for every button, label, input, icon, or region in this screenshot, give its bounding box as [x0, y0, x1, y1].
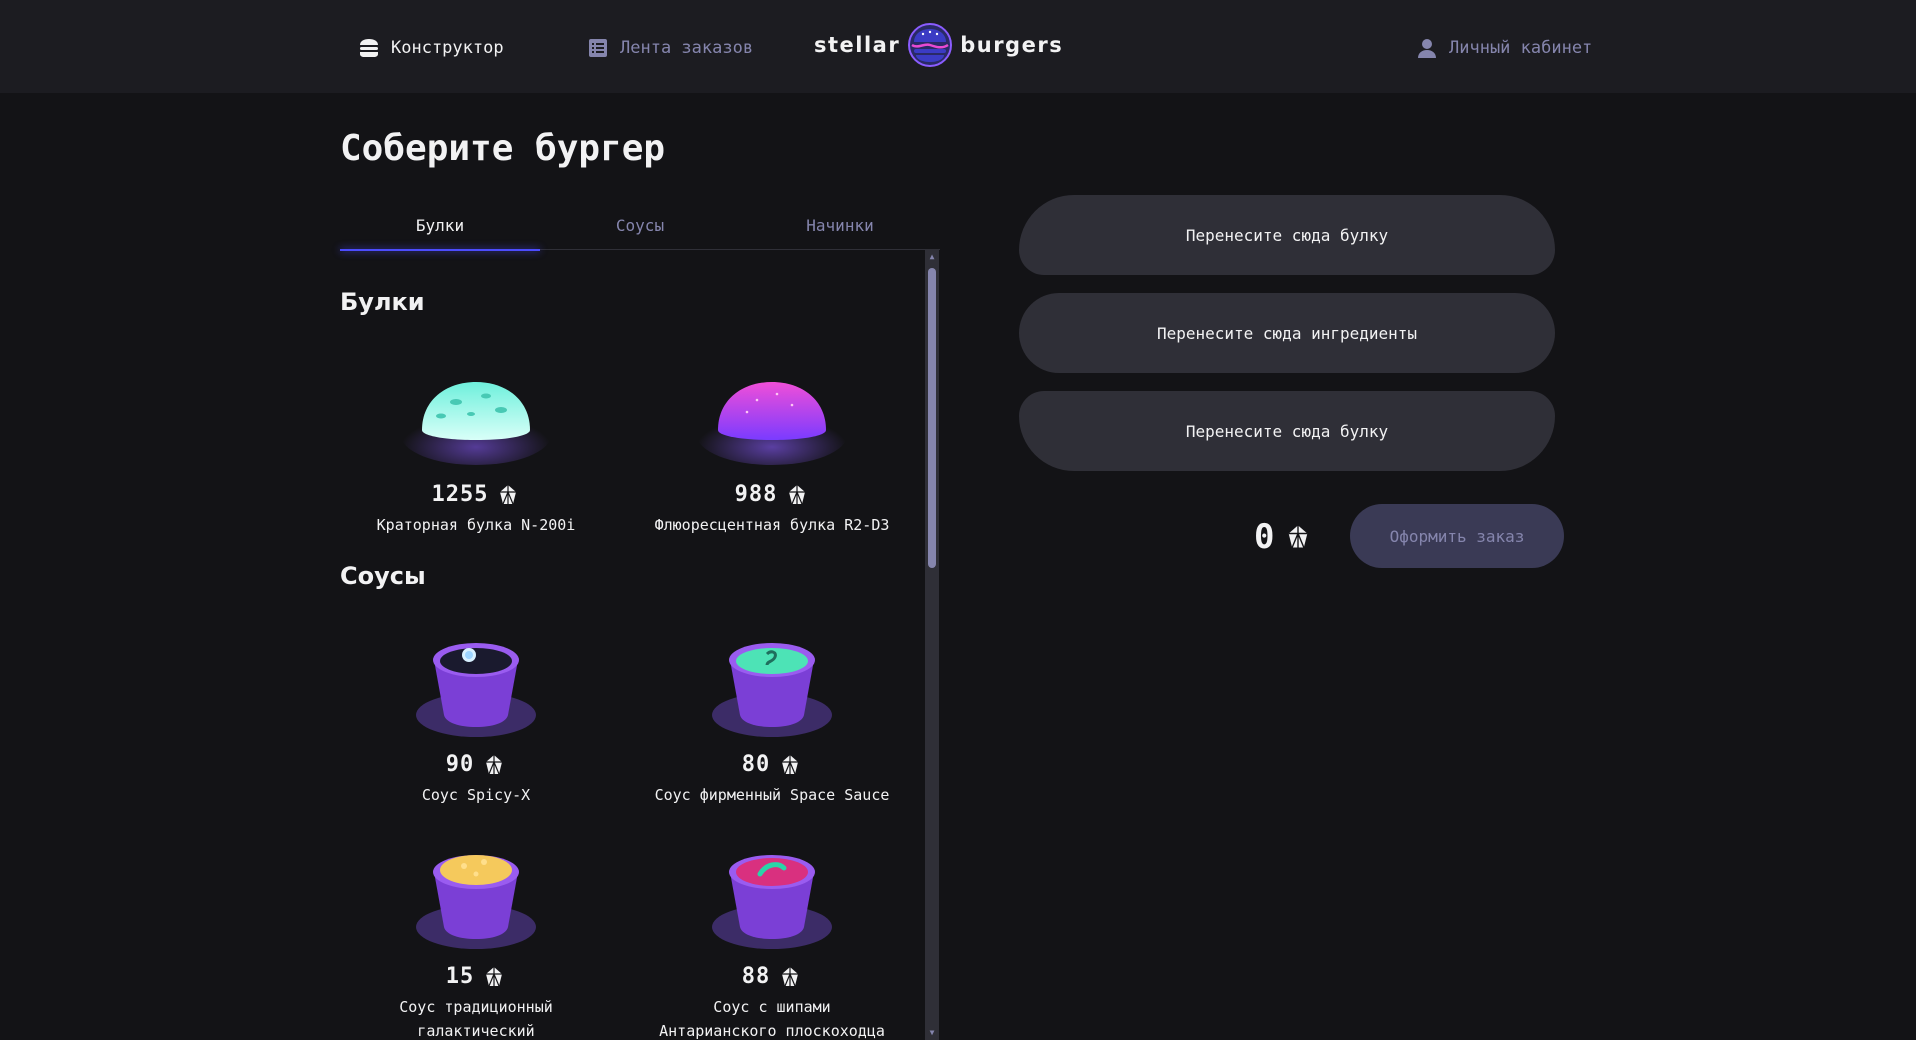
ingredient-price: 88 [636, 964, 908, 989]
ingredient-card[interactable]: 988 Флюоресцентная булка R2-D3 [636, 350, 908, 537]
drop-zone-bun-top-label: Перенесите сюда булку [1185, 225, 1389, 245]
sauce-galactic-image [416, 855, 536, 949]
drop-zone-ingredients[interactable]: Перенесите сюда ингредиенты [1019, 293, 1555, 373]
nav-profile-label: Личный кабинет [1449, 38, 1593, 58]
currency-icon [782, 754, 799, 774]
ingredient-name: Соус Spicy-X [421, 786, 531, 804]
logo[interactable]: stellar burgers [814, 20, 1063, 70]
tab-sauces[interactable]: Соусы [540, 200, 740, 250]
price-value: 90 [445, 752, 475, 777]
ingredient-price: 988 [636, 482, 908, 507]
ingredient-name: Соус фирменный Space Sauce [654, 786, 890, 804]
scroll-down-arrow-icon[interactable]: ▼ [927, 1028, 937, 1038]
currency-icon [782, 966, 799, 986]
page-title: Соберите бургер [340, 128, 666, 169]
ingredient-price: 1255 [340, 482, 612, 507]
ingredient-card[interactable]: 80 Соус фирменный Space Sauce [636, 620, 908, 807]
ingredient-price: 15 [340, 964, 612, 989]
ingredient-name: Флюоресцентная булка R2-D3 [654, 516, 890, 534]
drop-zone-bun-top[interactable]: Перенесите сюда булку [1019, 195, 1555, 275]
logo-text-right: burgers [960, 33, 1064, 57]
ingredient-price: 90 [340, 752, 612, 777]
list-icon [589, 39, 607, 57]
bun-fluorescent-image [697, 382, 847, 465]
tab-buns[interactable]: Булки [340, 200, 540, 251]
nav-order-feed-label: Лента заказов [620, 38, 754, 58]
ingredients-scrollbar[interactable]: ▲ ▼ [925, 250, 939, 1040]
order-total: 0 [1254, 517, 1312, 557]
ingredient-card[interactable]: 90 Соус Spicy-X [340, 620, 612, 807]
tab-fillings[interactable]: Начинки [740, 200, 940, 250]
place-order-button[interactable]: Оформить заказ [1350, 504, 1564, 568]
currency-icon [500, 484, 517, 504]
ingredient-name: Соус с шипами Антарианского плоскоходца [636, 995, 908, 1040]
ingredient-name-line: галактический [417, 1022, 535, 1040]
burger-icon [360, 39, 378, 57]
drop-zone-bun-bottom[interactable]: Перенесите сюда булку [1019, 391, 1555, 471]
order-total-value: 0 [1254, 517, 1275, 557]
sauce-spicy-image [416, 643, 536, 737]
nav-order-feed[interactable]: Лента заказов [586, 28, 753, 68]
sauce-antarian-image [712, 855, 832, 949]
ingredient-name-line: Соус с шипами [713, 998, 831, 1016]
currency-icon [1289, 525, 1308, 548]
price-value: 80 [741, 752, 771, 777]
ingredient-name-line: Антарианского плоскоходца [659, 1022, 885, 1040]
currency-icon [486, 754, 503, 774]
price-value: 988 [734, 482, 778, 507]
nav-constructor-label: Конструктор [391, 38, 504, 58]
ingredient-price: 80 [636, 752, 908, 777]
ingredient-card[interactable]: 1255 Краторная булка N-200i [340, 350, 612, 537]
drop-zone-ingredients-label: Перенесите сюда ингредиенты [1156, 323, 1418, 343]
nav-constructor[interactable]: Конструктор [357, 28, 504, 68]
ingredient-tabs: Булки Соусы Начинки [340, 200, 940, 251]
sauce-space-image [712, 643, 832, 737]
ingredients-list[interactable]: Булки 1255 Краторная булка N-200i 988 Фл… [340, 250, 925, 1040]
price-value: 15 [445, 964, 475, 989]
logo-burger-icon [908, 23, 953, 67]
ingredient-card[interactable]: 88 Соус с шипами Антарианского плоскоход… [636, 832, 908, 1040]
currency-icon [486, 966, 503, 986]
price-value: 1255 [431, 482, 489, 507]
app-header: Конструктор Лента заказов stellar burger… [0, 0, 1916, 93]
currency-icon [789, 484, 806, 504]
price-value: 88 [741, 964, 771, 989]
nav-profile[interactable]: Личный кабинет [1415, 28, 1592, 68]
scrollbar-thumb[interactable] [928, 268, 936, 568]
drop-zone-bun-bottom-label: Перенесите сюда булку [1185, 421, 1389, 441]
section-title-buns: Булки [340, 288, 425, 316]
ingredient-card[interactable]: 15 Соус традиционный галактический [340, 832, 612, 1040]
logo-text-left: stellar [814, 33, 901, 57]
section-title-sauces: Соусы [340, 562, 426, 590]
ingredient-name-line: Соус традиционный [399, 998, 553, 1016]
scroll-up-arrow-icon[interactable]: ▲ [927, 252, 937, 262]
ingredient-name: Краторная булка N-200i [376, 516, 576, 534]
user-icon [1418, 39, 1436, 58]
ingredient-name: Соус традиционный галактический [340, 995, 612, 1040]
bun-crater-image [401, 382, 551, 465]
